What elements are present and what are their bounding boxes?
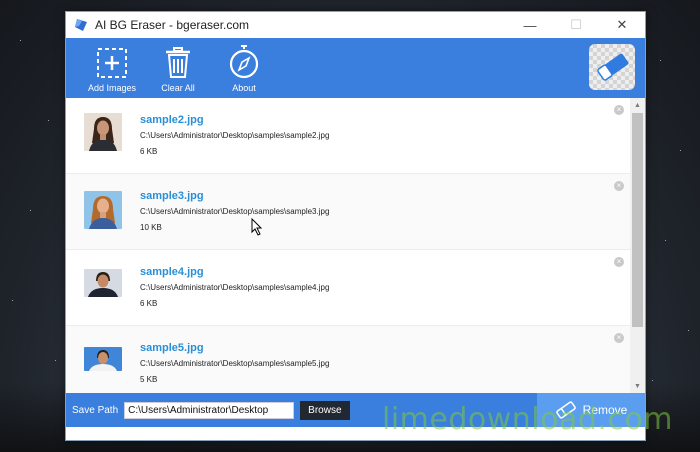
thumbnail-sample2 [84, 113, 122, 151]
file-size: 5 KB [140, 375, 158, 384]
file-name: sample2.jpg [140, 114, 204, 126]
window-controls: — ☐ ✕ [507, 12, 645, 38]
file-path: C:\Users\Administrator\Desktop\samples\s… [140, 283, 330, 292]
remove-item-icon[interactable]: × [614, 181, 624, 191]
about-button[interactable]: About [212, 43, 276, 93]
file-size: 6 KB [140, 147, 158, 156]
watermark-text: limedownload.com [382, 402, 674, 437]
remove-item-icon[interactable]: × [614, 105, 624, 115]
thumbnail-sample3 [84, 191, 122, 229]
minimize-button[interactable]: — [507, 12, 553, 38]
add-images-label: Add Images [87, 83, 137, 93]
remove-item-icon[interactable]: × [614, 257, 624, 267]
about-label: About [232, 83, 256, 93]
file-list-area: sample2.jpg C:\Users\Administrator\Deskt… [66, 98, 645, 393]
add-images-button[interactable]: Add Images [80, 43, 144, 93]
file-size: 10 KB [140, 223, 162, 232]
app-logo-icon [74, 18, 88, 32]
thumbnail-sample4 [84, 269, 122, 297]
file-path: C:\Users\Administrator\Desktop\samples\s… [140, 359, 330, 368]
window-title: AI BG Eraser - bgeraser.com [95, 18, 250, 32]
trash-icon [164, 43, 192, 79]
browse-button[interactable]: Browse [300, 400, 350, 420]
thumbnail-sample5 [84, 347, 122, 371]
file-list: sample2.jpg C:\Users\Administrator\Deskt… [66, 98, 630, 393]
file-size: 6 KB [140, 299, 158, 308]
file-name: sample5.jpg [140, 342, 204, 354]
file-list-item[interactable]: sample3.jpg C:\Users\Administrator\Deskt… [66, 174, 630, 250]
maximize-button: ☐ [570, 17, 582, 32]
clear-all-button[interactable]: Clear All [146, 43, 210, 93]
file-path: C:\Users\Administrator\Desktop\samples\s… [140, 207, 330, 216]
scroll-up-icon[interactable]: ▲ [630, 98, 645, 112]
eraser-logo [589, 44, 635, 90]
vertical-scrollbar[interactable]: ▲ ▼ [630, 98, 645, 393]
file-path: C:\Users\Administrator\Desktop\samples\s… [140, 131, 330, 140]
save-path-label: Save Path [72, 404, 119, 416]
scroll-thumb[interactable] [632, 113, 643, 327]
file-list-item[interactable]: sample5.jpg C:\Users\Administrator\Deskt… [66, 326, 630, 393]
compass-icon [228, 43, 260, 79]
eraser-icon [597, 53, 629, 81]
file-list-item[interactable]: sample4.jpg C:\Users\Administrator\Deskt… [66, 250, 630, 326]
app-window: AI BG Eraser - bgeraser.com — ☐ ✕ Add Im… [65, 11, 646, 441]
scroll-down-icon[interactable]: ▼ [630, 379, 645, 393]
toolbar: Add Images Clear All About [66, 38, 645, 98]
file-name: sample4.jpg [140, 266, 204, 278]
add-image-icon [96, 43, 128, 79]
clear-all-label: Clear All [161, 83, 195, 93]
close-button[interactable]: ✕ [599, 12, 645, 38]
save-path-input[interactable] [124, 401, 295, 419]
title-bar[interactable]: AI BG Eraser - bgeraser.com — ☐ ✕ [66, 12, 645, 38]
remove-item-icon[interactable]: × [614, 333, 624, 343]
file-name: sample3.jpg [140, 190, 204, 202]
file-list-item[interactable]: sample2.jpg C:\Users\Administrator\Deskt… [66, 98, 630, 174]
mouse-cursor-icon [251, 218, 263, 236]
